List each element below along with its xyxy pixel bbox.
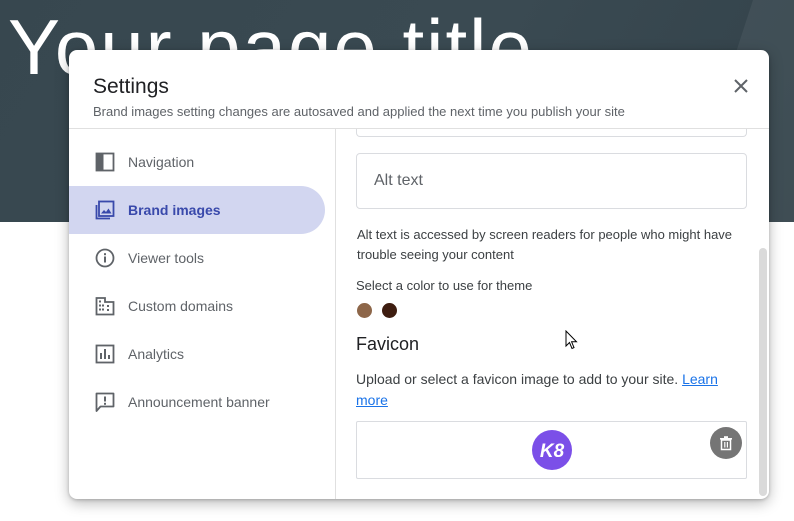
sidebar-item-announcement-banner[interactable]: Announcement banner xyxy=(69,378,325,426)
content-scrollbar[interactable] xyxy=(759,248,767,496)
trash-icon xyxy=(720,436,732,451)
sidebar-item-navigation[interactable]: Navigation xyxy=(69,138,325,186)
sidebar-item-label: Analytics xyxy=(128,346,185,362)
announcement-icon xyxy=(94,391,116,413)
alt-text-input[interactable] xyxy=(372,171,736,191)
favicon-title: Favicon xyxy=(356,334,420,354)
delete-favicon-button[interactable] xyxy=(710,427,742,459)
previous-field[interactable] xyxy=(356,129,747,137)
sidebar-item-label: Announcement banner xyxy=(128,394,270,410)
favicon-logo-text: K8 xyxy=(540,441,565,462)
dialog-title: Settings xyxy=(93,75,169,98)
favicon-description-text: Upload or select a favicon image to add … xyxy=(356,371,679,387)
mouse-cursor-icon xyxy=(565,330,578,350)
analytics-icon xyxy=(94,343,116,365)
settings-content: Alt text is accessed by screen readers f… xyxy=(336,129,769,499)
theme-color-swatch-dark-brown[interactable] xyxy=(382,303,397,318)
alt-text-field[interactable] xyxy=(356,153,747,209)
info-icon xyxy=(94,247,116,269)
domain-icon xyxy=(94,295,116,317)
image-icon xyxy=(94,199,116,221)
sidebar-item-label: Viewer tools xyxy=(128,250,205,266)
sidebar-item-viewer-tools[interactable]: Viewer tools xyxy=(69,234,325,282)
close-icon xyxy=(734,79,748,93)
sidebar-item-brand-images[interactable]: Brand images xyxy=(69,186,325,234)
sidebar-item-label: Custom domains xyxy=(128,298,234,314)
alt-text-helper: Alt text is accessed by screen readers f… xyxy=(357,227,733,262)
theme-color-label: Select a color to use for theme xyxy=(356,278,533,293)
dialog-subtitle: Brand images setting changes are autosav… xyxy=(93,104,625,119)
sidebar-item-analytics[interactable]: Analytics xyxy=(69,330,325,378)
favicon-image: K8 xyxy=(532,430,572,470)
dialog-header: Settings Brand images setting changes ar… xyxy=(69,50,769,129)
favicon-box[interactable]: K8 xyxy=(356,421,747,479)
settings-sidebar: Navigation Brand images Viewer tools Cus… xyxy=(69,129,336,499)
sidebar-item-custom-domains[interactable]: Custom domains xyxy=(69,282,325,330)
favicon-logo: K8 xyxy=(540,441,565,462)
sidebar-item-label: Navigation xyxy=(128,154,195,170)
settings-dialog: Settings Brand images setting changes ar… xyxy=(69,50,769,499)
favicon-description: Upload or select a favicon image to add … xyxy=(356,369,746,411)
navigation-icon xyxy=(94,151,116,173)
close-button[interactable] xyxy=(727,72,755,100)
theme-color-swatch-brown[interactable] xyxy=(357,303,372,318)
sidebar-item-label: Brand images xyxy=(128,202,221,218)
